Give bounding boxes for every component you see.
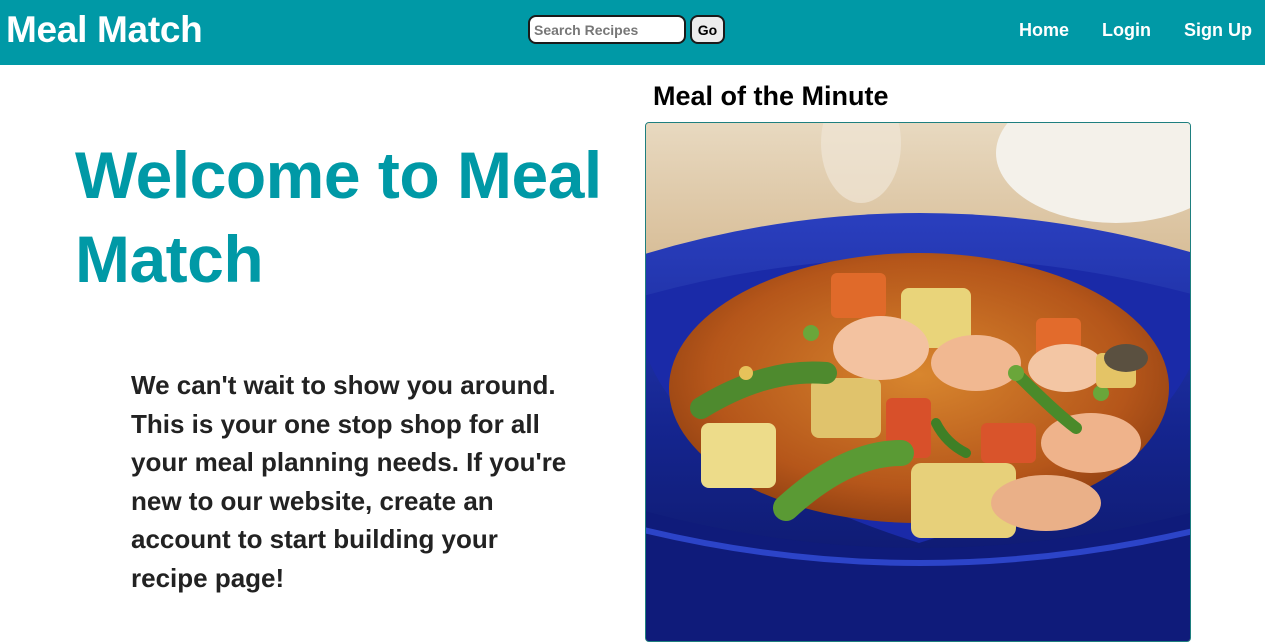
nav-link-login[interactable]: Login — [1102, 18, 1151, 42]
search-go-button[interactable]: Go — [690, 15, 725, 44]
intro-paragraph: We can't wait to show you around. This i… — [131, 370, 567, 593]
meal-of-the-minute-image[interactable] — [645, 122, 1191, 642]
stew-bowl-illustration — [646, 123, 1190, 641]
search-input[interactable] — [528, 15, 686, 44]
meal-of-the-minute-heading: Meal of the Minute — [653, 81, 889, 111]
site-brand[interactable]: Meal Match — [6, 9, 203, 51]
nav-links: Home Login Sign Up — [986, 18, 1252, 42]
nav-link-home[interactable]: Home — [1019, 18, 1069, 42]
nav-link-signup[interactable]: Sign Up — [1184, 18, 1252, 42]
welcome-title: Welcome to Meal Match — [75, 138, 602, 296]
top-navbar: Meal Match Go Home Login Sign Up — [0, 0, 1265, 65]
